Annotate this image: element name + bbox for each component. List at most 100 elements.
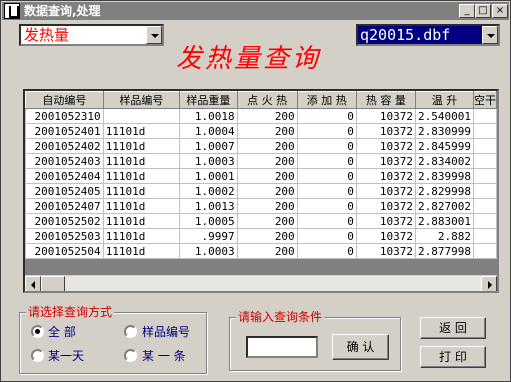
- table-row[interactable]: 2001052401 11101d 1.0004 200 0 10372 2.830999: [25, 123, 497, 139]
- table-cell[interactable]: 0: [296, 243, 357, 259]
- table-cell[interactable]: [472, 153, 497, 169]
- table-cell[interactable]: 1.0002: [179, 183, 238, 199]
- column-header[interactable]: 点 火 热: [236, 91, 298, 109]
- table-cell[interactable]: 2001052504: [25, 243, 104, 259]
- table-cell[interactable]: 10372: [355, 168, 416, 184]
- table-cell[interactable]: 11101d: [102, 228, 181, 244]
- column-header[interactable]: 添 加 热: [296, 91, 357, 109]
- table-cell[interactable]: 200: [236, 123, 298, 139]
- table-cell[interactable]: 0: [296, 198, 357, 214]
- table-cell[interactable]: [472, 108, 497, 124]
- table-cell[interactable]: 200: [236, 138, 298, 154]
- maximize-button[interactable]: □: [475, 4, 491, 18]
- table-cell[interactable]: 2.882: [414, 228, 474, 244]
- radio-sample-no-label[interactable]: 样品编号: [142, 325, 190, 339]
- table-cell[interactable]: 2.830999: [414, 123, 474, 139]
- table-cell[interactable]: 2001052405: [25, 183, 104, 199]
- table-cell[interactable]: 11101d: [102, 153, 181, 169]
- table-cell[interactable]: 0: [296, 108, 357, 124]
- table-cell[interactable]: 10372: [355, 153, 416, 169]
- table-cell[interactable]: 2.883001: [414, 213, 474, 229]
- table-cell[interactable]: [472, 198, 497, 214]
- table-cell[interactable]: 11101d: [102, 123, 181, 139]
- table-cell[interactable]: 2.834002: [414, 153, 474, 169]
- table-cell[interactable]: 1.0001: [179, 168, 238, 184]
- print-button[interactable]: 打 印: [420, 346, 486, 368]
- table-cell[interactable]: 10372: [355, 138, 416, 154]
- minimize-button[interactable]: _: [459, 4, 475, 18]
- table-cell[interactable]: 2.839998: [414, 168, 474, 184]
- table-cell[interactable]: 2.845999: [414, 138, 474, 154]
- table-cell[interactable]: 200: [236, 153, 298, 169]
- table-cell[interactable]: 200: [236, 168, 298, 184]
- scroll-left-icon[interactable]: [25, 276, 41, 291]
- table-cell[interactable]: 2.540001: [414, 108, 474, 124]
- table-cell[interactable]: 2001052402: [25, 138, 104, 154]
- table-cell[interactable]: 1.0013: [179, 198, 238, 214]
- table-cell[interactable]: 10372: [355, 123, 416, 139]
- column-header[interactable]: 样品重量: [179, 91, 238, 109]
- file-combo[interactable]: q20015.dbf: [356, 24, 500, 46]
- radio-one-record-label[interactable]: 某 一 条: [142, 349, 186, 363]
- table-cell[interactable]: [472, 228, 497, 244]
- table-cell[interactable]: 200: [236, 243, 298, 259]
- table-cell[interactable]: 2001052503: [25, 228, 104, 244]
- table-cell[interactable]: 0: [296, 168, 357, 184]
- radio-one-day-label[interactable]: 某一天: [48, 349, 84, 363]
- table-cell[interactable]: 1.0003: [179, 153, 238, 169]
- table-row[interactable]: 2001052310 1.0018 200 0 10372 2.540001: [25, 108, 497, 124]
- table-cell[interactable]: 2001052310: [25, 108, 104, 124]
- table-row[interactable]: 2001052405 11101d 1.0002 200 0 10372 2.829998: [25, 183, 497, 199]
- scroll-right-icon[interactable]: [481, 276, 497, 291]
- table-cell[interactable]: 1.0018: [179, 108, 238, 124]
- table-cell[interactable]: [472, 123, 497, 139]
- table-row[interactable]: 2001052504 11101d 1.0003 200 0 10372 2.877998: [25, 243, 497, 259]
- table-row[interactable]: 2001052503 11101d .9997 200 0 10372 2.882: [25, 228, 497, 244]
- table-cell[interactable]: 0: [296, 228, 357, 244]
- table-cell[interactable]: 2001052407: [25, 198, 104, 214]
- table-cell[interactable]: 1.0007: [179, 138, 238, 154]
- radio-one-day[interactable]: [31, 349, 44, 362]
- table-row[interactable]: 2001052403 11101d 1.0003 200 0 10372 2.834002: [25, 153, 497, 169]
- table-cell[interactable]: 2001052502: [25, 213, 104, 229]
- condition-input[interactable]: [246, 336, 318, 358]
- column-header[interactable]: 热 容 量: [355, 91, 416, 109]
- table-cell[interactable]: 10372: [355, 108, 416, 124]
- table-cell[interactable]: 0: [296, 123, 357, 139]
- column-header[interactable]: 温 升: [414, 91, 474, 109]
- table-row[interactable]: 2001052404 11101d 1.0001 200 0 10372 2.839998: [25, 168, 497, 184]
- table-cell[interactable]: 10372: [355, 243, 416, 259]
- radio-one-record[interactable]: [124, 349, 137, 362]
- table-cell[interactable]: 11101d: [102, 243, 181, 259]
- table-cell[interactable]: 2001052403: [25, 153, 104, 169]
- radio-sample-no[interactable]: [124, 325, 137, 338]
- table-cell[interactable]: 10372: [355, 228, 416, 244]
- table-row[interactable]: 2001052502 11101d 1.0005 200 0 10372 2.883001: [25, 213, 497, 229]
- table-cell[interactable]: 10372: [355, 213, 416, 229]
- table-cell[interactable]: 11101d: [102, 213, 181, 229]
- table-cell[interactable]: [102, 108, 181, 124]
- table-cell[interactable]: 0: [296, 153, 357, 169]
- table-cell[interactable]: 2.829998: [414, 183, 474, 199]
- radio-all[interactable]: [31, 325, 44, 338]
- table-cell[interactable]: [472, 138, 497, 154]
- table-cell[interactable]: 200: [236, 228, 298, 244]
- table-row[interactable]: 2001052402 11101d 1.0007 200 0 10372 2.845999: [25, 138, 497, 154]
- table-row[interactable]: 2001052407 11101d 1.0013 200 0 10372 2.827002: [25, 198, 497, 214]
- table-cell[interactable]: 1.0004: [179, 123, 238, 139]
- table-cell[interactable]: 200: [236, 108, 298, 124]
- table-cell[interactable]: 10372: [355, 183, 416, 199]
- scroll-thumb[interactable]: [41, 276, 65, 291]
- column-header[interactable]: 样品编号: [102, 91, 181, 109]
- column-header[interactable]: 空干: [472, 91, 497, 109]
- table-cell[interactable]: [472, 168, 497, 184]
- table-cell[interactable]: [472, 183, 497, 199]
- table-cell[interactable]: 11101d: [102, 168, 181, 184]
- radio-all-label[interactable]: 全 部: [48, 325, 76, 339]
- column-header[interactable]: 自动编号: [25, 91, 104, 109]
- table-cell[interactable]: 0: [296, 213, 357, 229]
- table-cell[interactable]: [472, 213, 497, 229]
- table-cell[interactable]: 2001052404: [25, 168, 104, 184]
- table-cell[interactable]: 2001052401: [25, 123, 104, 139]
- table-cell[interactable]: 2.827002: [414, 198, 474, 214]
